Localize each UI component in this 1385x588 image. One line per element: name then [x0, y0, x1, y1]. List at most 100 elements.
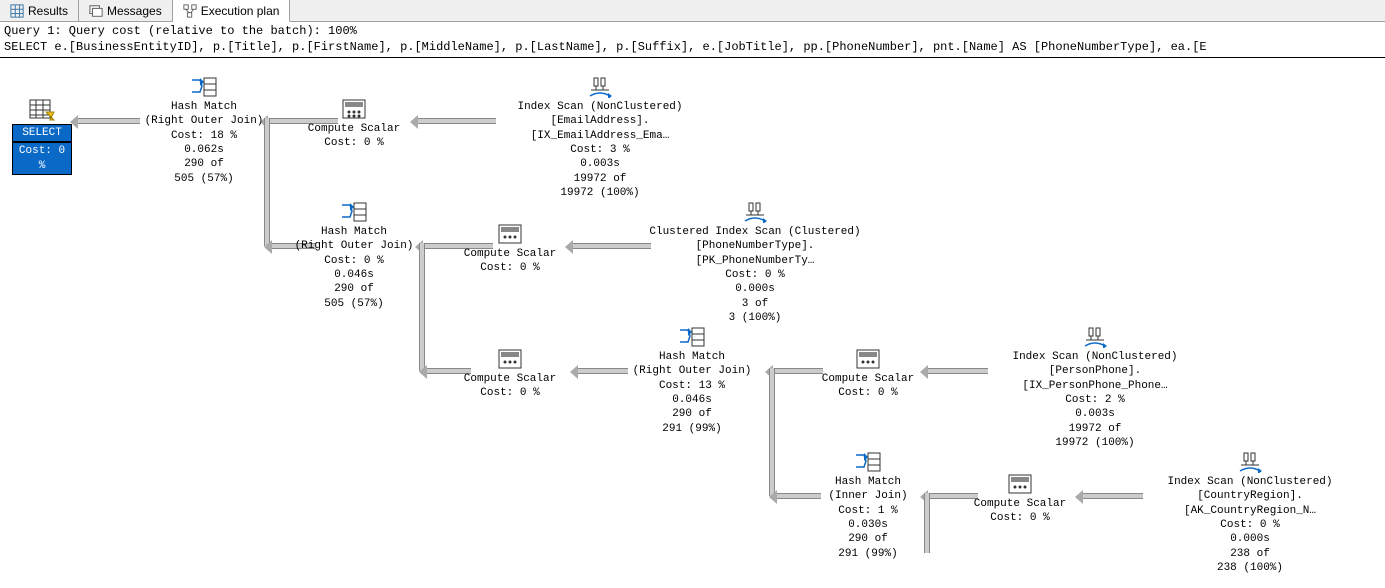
query-header: Query 1: Query cost (relative to the bat… — [0, 22, 1385, 58]
compute-scalar-icon — [341, 98, 367, 120]
plan-node-index-scan-3[interactable]: Index Scan (NonClustered) [PersonPhone].… — [980, 326, 1210, 450]
node-cost: Cost: 0 % — [440, 386, 580, 400]
node-rows: 290 of — [114, 157, 294, 171]
index-scan-icon — [587, 76, 613, 98]
node-rows-pct: 505 (57%) — [114, 172, 294, 186]
plan-node-index-scan-4[interactable]: Index Scan (NonClustered) [CountryRegion… — [1135, 451, 1365, 575]
plan-arrow — [1083, 493, 1143, 499]
node-title: Compute Scalar — [440, 372, 580, 386]
messages-icon — [89, 4, 103, 18]
execution-plan-canvas[interactable]: SELECT Cost: 0 % Hash Match (Right Outer… — [0, 58, 1385, 588]
plan-node-compute-scalar-2[interactable]: Compute Scalar Cost: 0 % — [440, 223, 580, 276]
compute-scalar-icon — [1007, 473, 1033, 495]
plan-node-clustered-index-scan[interactable]: Clustered Index Scan (Clustered) [PhoneN… — [640, 201, 870, 325]
node-title: Hash Match — [284, 225, 424, 239]
plan-node-compute-scalar-5[interactable]: Compute Scalar Cost: 0 % — [950, 473, 1090, 526]
plan-node-compute-scalar-3[interactable]: Compute Scalar Cost: 0 % — [440, 348, 580, 401]
compute-scalar-icon — [497, 348, 523, 370]
node-rows-pct: 238 (100%) — [1135, 561, 1365, 575]
node-title: Compute Scalar — [950, 497, 1090, 511]
node-rows-pct: 291 (99%) — [612, 422, 772, 436]
tab-bar: Results Messages Execution plan — [0, 0, 1385, 22]
node-rows-pct: 19972 (100%) — [980, 436, 1210, 450]
node-cost: Cost: 0 % — [798, 386, 938, 400]
select-cost: Cost: 0 % — [12, 142, 72, 175]
node-rows: 290 of — [284, 282, 424, 296]
node-time: 0.003s — [980, 407, 1210, 421]
plan-arrow — [418, 118, 496, 124]
hash-match-icon — [854, 451, 882, 473]
node-cost: Cost: 0 % — [284, 136, 424, 150]
node-rows-pct: 3 (100%) — [640, 311, 870, 325]
plan-icon — [183, 4, 197, 18]
tab-execution-plan[interactable]: Execution plan — [173, 0, 291, 22]
node-time: 0.003s — [490, 157, 710, 171]
node-rows: 290 of — [798, 532, 938, 546]
node-cost: Cost: 0 % — [440, 261, 580, 275]
hash-match-icon — [340, 201, 368, 223]
node-title: Hash Match — [612, 350, 772, 364]
index-scan-icon — [742, 201, 768, 223]
node-rows-pct: 291 (99%) — [798, 547, 938, 561]
node-rows-pct: 19972 (100%) — [490, 186, 710, 200]
tab-plan-label: Execution plan — [201, 4, 280, 18]
node-rows: 238 of — [1135, 547, 1365, 561]
plan-node-hash-match-1[interactable]: Hash Match (Right Outer Join) Cost: 18 %… — [114, 76, 294, 186]
node-cost: Cost: 0 % — [284, 254, 424, 268]
node-cost: Cost: 0 % — [950, 511, 1090, 525]
node-subtitle: (Right Outer Join) — [284, 239, 424, 253]
node-rows-pct: 505 (57%) — [284, 297, 424, 311]
node-rows: 19972 of — [490, 172, 710, 186]
node-title: Hash Match — [798, 475, 938, 489]
node-subtitle: (Inner Join) — [798, 489, 938, 503]
node-object: [PersonPhone].[IX_PersonPhone_Phone… — [980, 364, 1210, 393]
index-scan-icon — [1237, 451, 1263, 473]
select-icon — [28, 98, 56, 122]
index-scan-icon — [1082, 326, 1108, 348]
node-object: [PhoneNumberType].[PK_PhoneNumberTy… — [640, 239, 870, 268]
node-title: Index Scan (NonClustered) — [980, 350, 1210, 364]
node-title: Compute Scalar — [798, 372, 938, 386]
node-cost: Cost: 0 % — [1135, 518, 1365, 532]
query-sql-line: SELECT e.[BusinessEntityID], p.[Title], … — [4, 40, 1381, 56]
node-time: 0.030s — [798, 518, 938, 532]
node-subtitle: (Right Outer Join) — [612, 364, 772, 378]
plan-node-compute-scalar-4[interactable]: Compute Scalar Cost: 0 % — [798, 348, 938, 401]
node-time: 0.000s — [640, 282, 870, 296]
node-subtitle: (Right Outer Join) — [114, 114, 294, 128]
plan-node-hash-match-2[interactable]: Hash Match (Right Outer Join) Cost: 0 % … — [284, 201, 424, 311]
tab-results-label: Results — [28, 4, 68, 18]
node-rows: 19972 of — [980, 422, 1210, 436]
plan-node-index-scan-1[interactable]: Index Scan (NonClustered) [EmailAddress]… — [490, 76, 710, 200]
hash-match-icon — [190, 76, 218, 98]
select-label: SELECT — [12, 124, 72, 142]
plan-node-hash-match-3[interactable]: Hash Match (Right Outer Join) Cost: 13 %… — [612, 326, 772, 436]
plan-node-hash-match-4[interactable]: Hash Match (Inner Join) Cost: 1 % 0.030s… — [798, 451, 938, 561]
plan-node-select[interactable]: SELECT Cost: 0 % — [12, 98, 72, 175]
node-object: [CountryRegion].[AK_CountryRegion_N… — [1135, 489, 1365, 518]
node-cost: Cost: 2 % — [980, 393, 1210, 407]
tab-messages[interactable]: Messages — [79, 0, 173, 21]
node-title: Compute Scalar — [284, 122, 424, 136]
node-cost: Cost: 18 % — [114, 129, 294, 143]
node-cost: Cost: 13 % — [612, 379, 772, 393]
hash-match-icon — [678, 326, 706, 348]
node-time: 0.046s — [284, 268, 424, 282]
node-title: Index Scan (NonClustered) — [1135, 475, 1365, 489]
compute-scalar-icon — [855, 348, 881, 370]
node-title: Compute Scalar — [440, 247, 580, 261]
node-time: 0.062s — [114, 143, 294, 157]
plan-node-compute-scalar-1[interactable]: Compute Scalar Cost: 0 % — [284, 98, 424, 151]
node-cost: Cost: 1 % — [798, 504, 938, 518]
tab-messages-label: Messages — [107, 4, 162, 18]
node-rows: 3 of — [640, 297, 870, 311]
node-rows: 290 of — [612, 407, 772, 421]
node-title: Clustered Index Scan (Clustered) — [640, 225, 870, 239]
node-cost: Cost: 0 % — [640, 268, 870, 282]
node-title: Index Scan (NonClustered) — [490, 100, 710, 114]
query-cost-line: Query 1: Query cost (relative to the bat… — [4, 24, 1381, 40]
grid-icon — [10, 4, 24, 18]
node-time: 0.000s — [1135, 532, 1365, 546]
tab-results[interactable]: Results — [0, 0, 79, 21]
node-object: [EmailAddress].[IX_EmailAddress_Ema… — [490, 114, 710, 143]
